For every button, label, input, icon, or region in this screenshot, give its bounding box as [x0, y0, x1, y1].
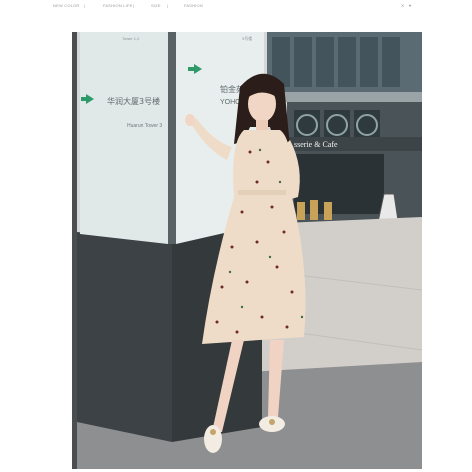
top-separator: | [167, 3, 169, 8]
shop-sign: sserie & Cafe [294, 140, 338, 149]
street-scene: sserie & Cafe 华润大厦3号楼 Huarun Tower 3 Tow… [72, 32, 422, 469]
heart-icon[interactable]: ♥ [409, 3, 412, 8]
top-link-new-color[interactable]: NEW COLOR [53, 3, 79, 8]
close-icon[interactable]: ✕ [401, 3, 405, 8]
sign-right-line: 3号楼 [242, 35, 252, 41]
sign-left-subtitle: Huarun Tower 3 [127, 123, 162, 129]
product-photo: sserie & Cafe 华润大厦3号楼 Huarun Tower 3 Tow… [72, 32, 422, 469]
top-link-fashion[interactable]: FASHION [184, 3, 203, 8]
pillar-base-left [77, 232, 172, 442]
top-bar: NEW COLOR | FASHION LIFE | SIZE | FASHIO… [0, 0, 472, 12]
top-separator: | [84, 3, 86, 8]
sign-right-subtitle: YOHO [220, 99, 241, 106]
top-link-fashion-life[interactable]: FASHION LIFE [103, 3, 133, 8]
top-link-size[interactable]: SIZE [151, 3, 161, 8]
sign-panel-left [80, 32, 168, 244]
sign-left-title: 华润大厦3号楼 [107, 96, 160, 106]
top-separator: | [133, 3, 135, 8]
sign-left-line: Tower 1,2 [122, 36, 140, 41]
